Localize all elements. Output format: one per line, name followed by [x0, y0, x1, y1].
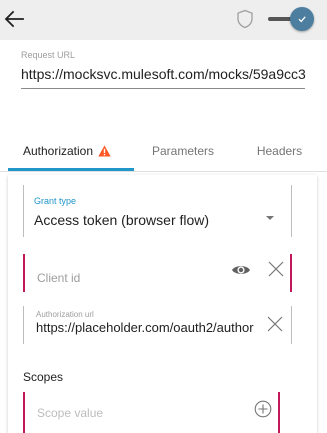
enable-toggle[interactable]	[268, 6, 318, 32]
grant-type-value: Access token (browser flow)	[34, 212, 210, 228]
authorization-url-field[interactable]: Authorization url https://placeholder.co…	[23, 306, 292, 344]
scope-value-placeholder: Scope value	[37, 406, 104, 420]
tab-authorization[interactable]: Authorization	[0, 131, 134, 171]
tab-authorization-label: Authorization	[22, 144, 94, 158]
authorization-url-value: https://placeholder.com/oauth2/authori	[36, 320, 254, 335]
tab-bar: Authorization Parameters Headers	[0, 131, 327, 171]
client-id-field[interactable]: Client id	[23, 254, 292, 292]
tab-headers[interactable]: Headers	[232, 131, 327, 171]
eye-icon[interactable]	[231, 263, 251, 277]
grant-type-label: Grant type	[34, 196, 77, 206]
tab-parameters-label: Parameters	[151, 144, 215, 158]
request-url-label: Request URL	[21, 50, 76, 60]
toggle-knob	[290, 7, 314, 31]
shield-icon[interactable]	[236, 9, 254, 29]
warning-icon	[98, 145, 111, 157]
tabs-divider	[0, 171, 327, 172]
client-id-placeholder: Client id	[37, 271, 81, 285]
app-toolbar	[0, 0, 327, 40]
add-scope-icon[interactable]	[254, 400, 272, 418]
scopes-heading: Scopes	[23, 370, 64, 384]
tab-parameters[interactable]: Parameters	[134, 131, 232, 171]
request-url-input[interactable]: https://mocksvc.mulesoft.com/mocks/59a9c…	[21, 66, 327, 82]
clear-client-id-icon[interactable]	[268, 261, 284, 277]
tab-headers-label: Headers	[256, 144, 303, 158]
back-button[interactable]	[2, 6, 28, 32]
checkmark-icon	[298, 16, 306, 23]
request-url-underline	[21, 88, 305, 89]
clear-authorization-url-icon[interactable]	[267, 316, 283, 332]
dropdown-arrow-icon	[266, 216, 274, 220]
authorization-url-label: Authorization url	[36, 310, 94, 319]
arrow-left-icon	[4, 10, 24, 28]
scope-value-field[interactable]: Scope value	[23, 392, 280, 433]
grant-type-select[interactable]: Grant type Access token (browser flow)	[23, 185, 292, 237]
